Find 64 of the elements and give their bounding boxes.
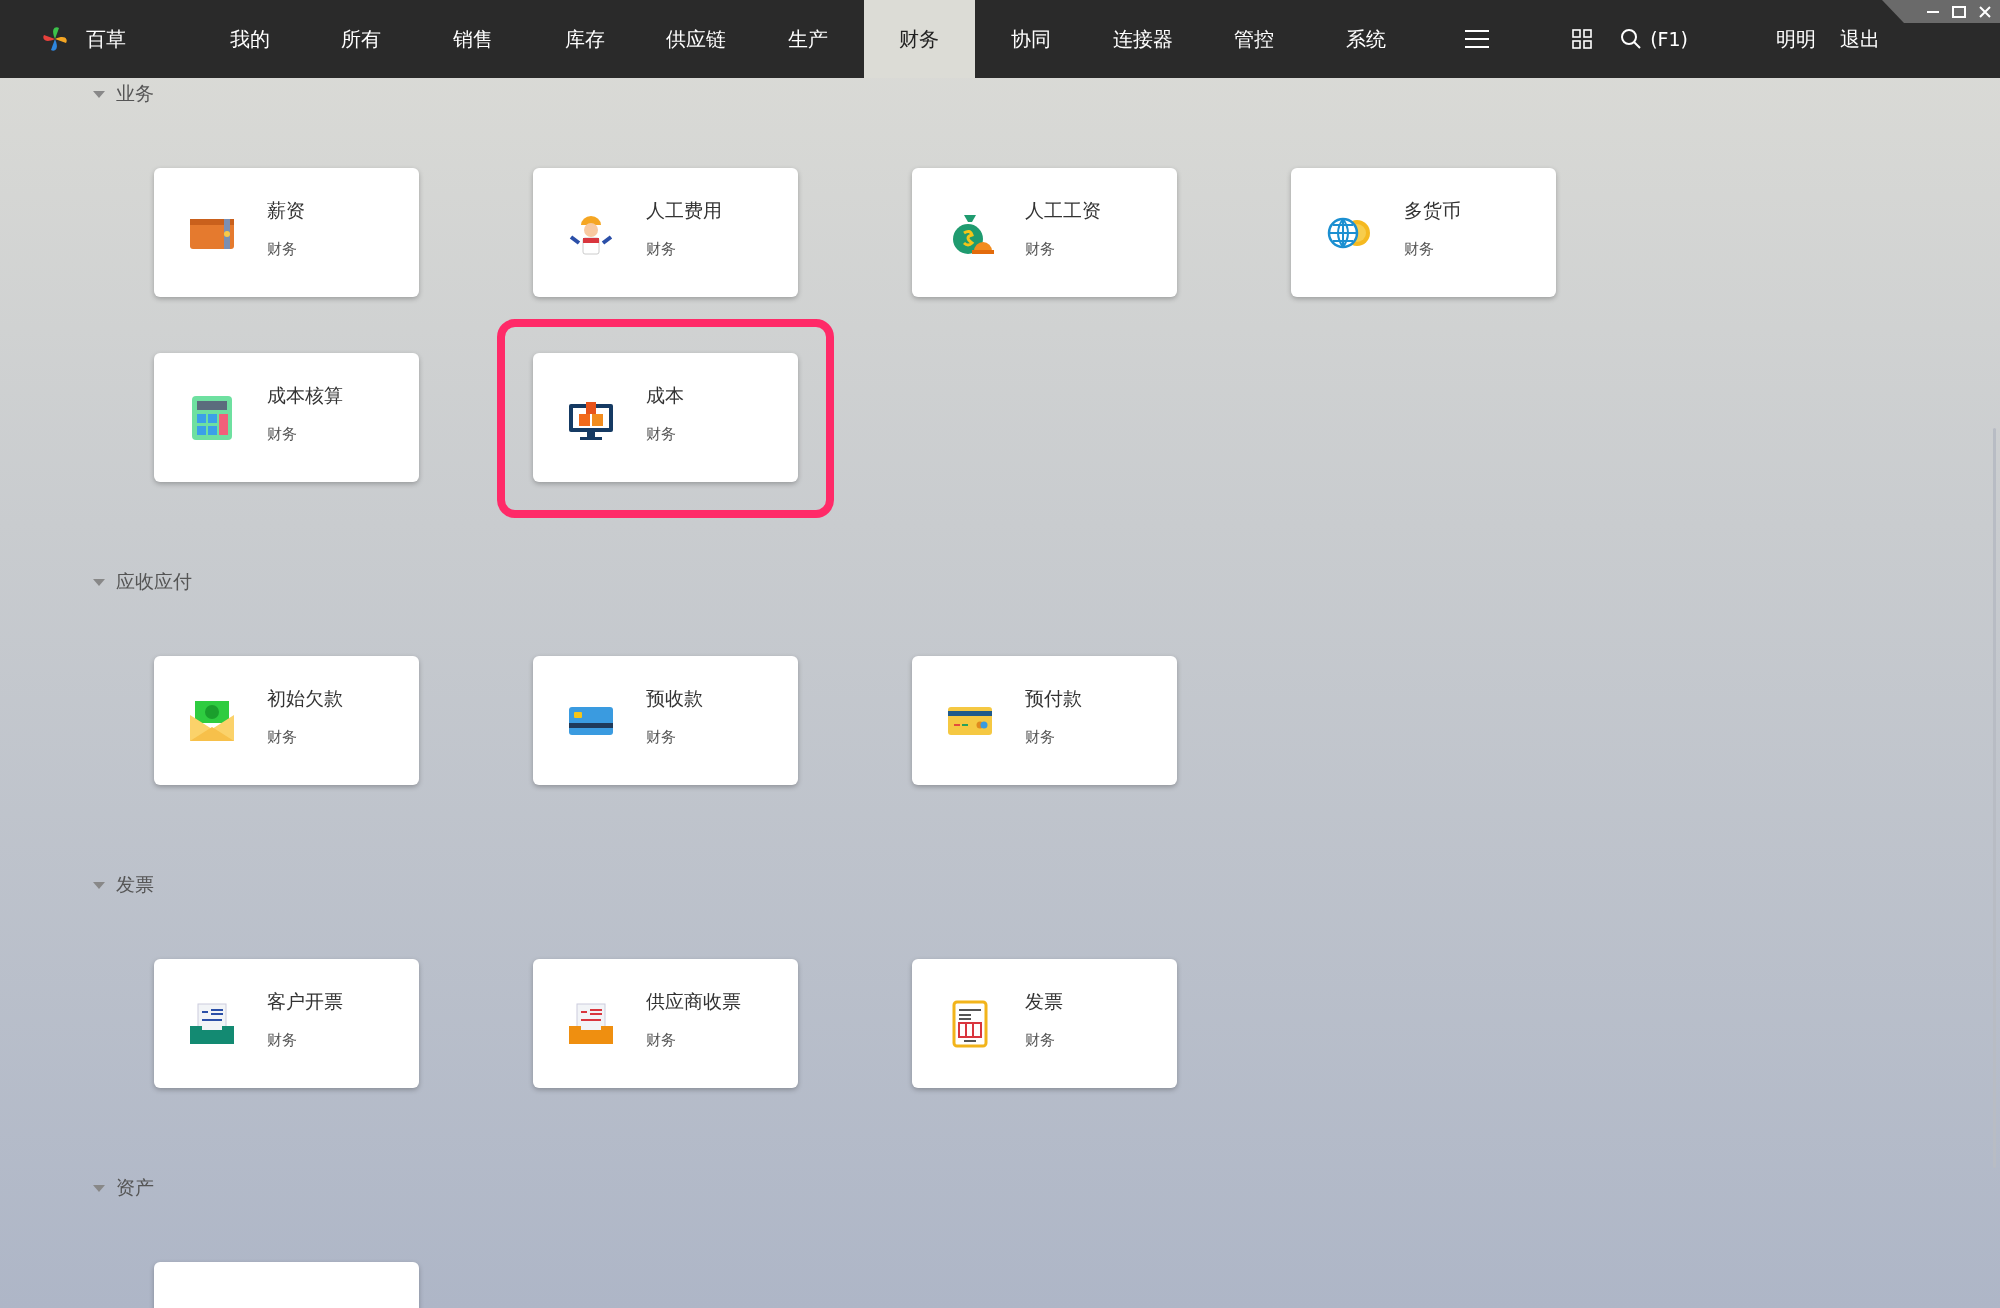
nav-tab[interactable]: 连接器 xyxy=(1086,0,1199,78)
app-card[interactable]: 人工费用 财务 xyxy=(533,168,798,297)
nav-tab[interactable]: 协同 xyxy=(975,0,1087,78)
logo-icon xyxy=(40,24,70,54)
nav-tab[interactable]: 生产 xyxy=(751,0,864,78)
card-subtitle: 财务 xyxy=(1025,728,1056,747)
section-title: 资产 xyxy=(116,1175,154,1200)
nav-tab[interactable]: 财务 xyxy=(863,0,976,78)
section-title: 业务 xyxy=(116,81,154,106)
card-subtitle: 财务 xyxy=(1025,1031,1056,1050)
search-button[interactable]: (F1) xyxy=(1620,28,1688,50)
grid-icon[interactable] xyxy=(1572,29,1593,49)
app-card[interactable]: 成本 财务 xyxy=(533,353,798,482)
card-subtitle: 财务 xyxy=(267,1031,298,1050)
user-name[interactable]: 明明 xyxy=(1776,25,1816,53)
nav-tab[interactable]: 销售 xyxy=(417,0,529,78)
card-subtitle: 财务 xyxy=(267,728,298,747)
card-subtitle: 财务 xyxy=(267,425,298,444)
app-card[interactable]: 供应商收票 财务 xyxy=(533,959,798,1088)
close-icon[interactable] xyxy=(1978,4,1992,19)
section-header[interactable]: 业务 xyxy=(92,80,2000,108)
app-card[interactable]: 初始欠款 财务 xyxy=(154,656,419,785)
maximize-icon[interactable] xyxy=(1952,4,1966,19)
card-title: 发票 xyxy=(1025,989,1063,1014)
app-card[interactable]: 成本核算 财务 xyxy=(154,353,419,482)
app-card[interactable]: 预付款 财务 xyxy=(912,656,1177,785)
card-title: 成本核算 xyxy=(267,383,343,408)
section-title: 应收应付 xyxy=(116,569,192,594)
app-card[interactable]: 薪资 财务 xyxy=(154,168,419,297)
card-title: 成本 xyxy=(646,383,684,408)
card-title: 薪资 xyxy=(267,198,305,223)
logout-link[interactable]: 退出 xyxy=(1840,25,1880,53)
nav-tab[interactable]: 库存 xyxy=(528,0,641,78)
card-title: 客户开票 xyxy=(267,989,343,1014)
app-card[interactable]: 人工工资 财务 xyxy=(912,168,1177,297)
app-card[interactable]: 客户开票 财务 xyxy=(154,959,419,1088)
card-subtitle: 财务 xyxy=(646,240,677,259)
card-subtitle: 财务 xyxy=(646,1031,677,1050)
card-subtitle: 财务 xyxy=(646,728,677,747)
app-card[interactable]: 预收款 财务 xyxy=(533,656,798,785)
section-header[interactable]: 发票 xyxy=(92,871,2000,899)
section-header[interactable]: 资产 xyxy=(92,1174,2000,1202)
app-name: 百草 xyxy=(86,25,126,53)
section-header[interactable]: 应收应付 xyxy=(92,568,2000,596)
search-icon xyxy=(1620,28,1643,50)
app-card[interactable]: 多货币 财务 xyxy=(1291,168,1556,297)
card-title: 多货币 xyxy=(1404,198,1461,223)
card-subtitle: 财务 xyxy=(646,425,677,444)
nav-tab[interactable]: 所有 xyxy=(305,0,418,78)
card-subtitle: 财务 xyxy=(1404,240,1435,259)
nav-tab[interactable]: 管控 xyxy=(1198,0,1310,78)
nav-tab[interactable]: 供应链 xyxy=(640,0,752,78)
card-title: 初始欠款 xyxy=(267,686,343,711)
card-title: 预收款 xyxy=(646,686,703,711)
card-title: 预付款 xyxy=(1025,686,1082,711)
card-subtitle: 财务 xyxy=(1025,240,1056,259)
card-title: 人工工资 xyxy=(1025,198,1101,223)
app-card[interactable]: 发票 财务 xyxy=(912,959,1177,1088)
card-title: 供应商收票 xyxy=(646,989,741,1014)
nav-tab[interactable]: 我的 xyxy=(194,0,306,78)
section-title: 发票 xyxy=(116,872,154,897)
nav-tab[interactable]: 系统 xyxy=(1309,0,1422,78)
card-subtitle: 财务 xyxy=(267,240,298,259)
card-title: 人工费用 xyxy=(646,198,722,223)
